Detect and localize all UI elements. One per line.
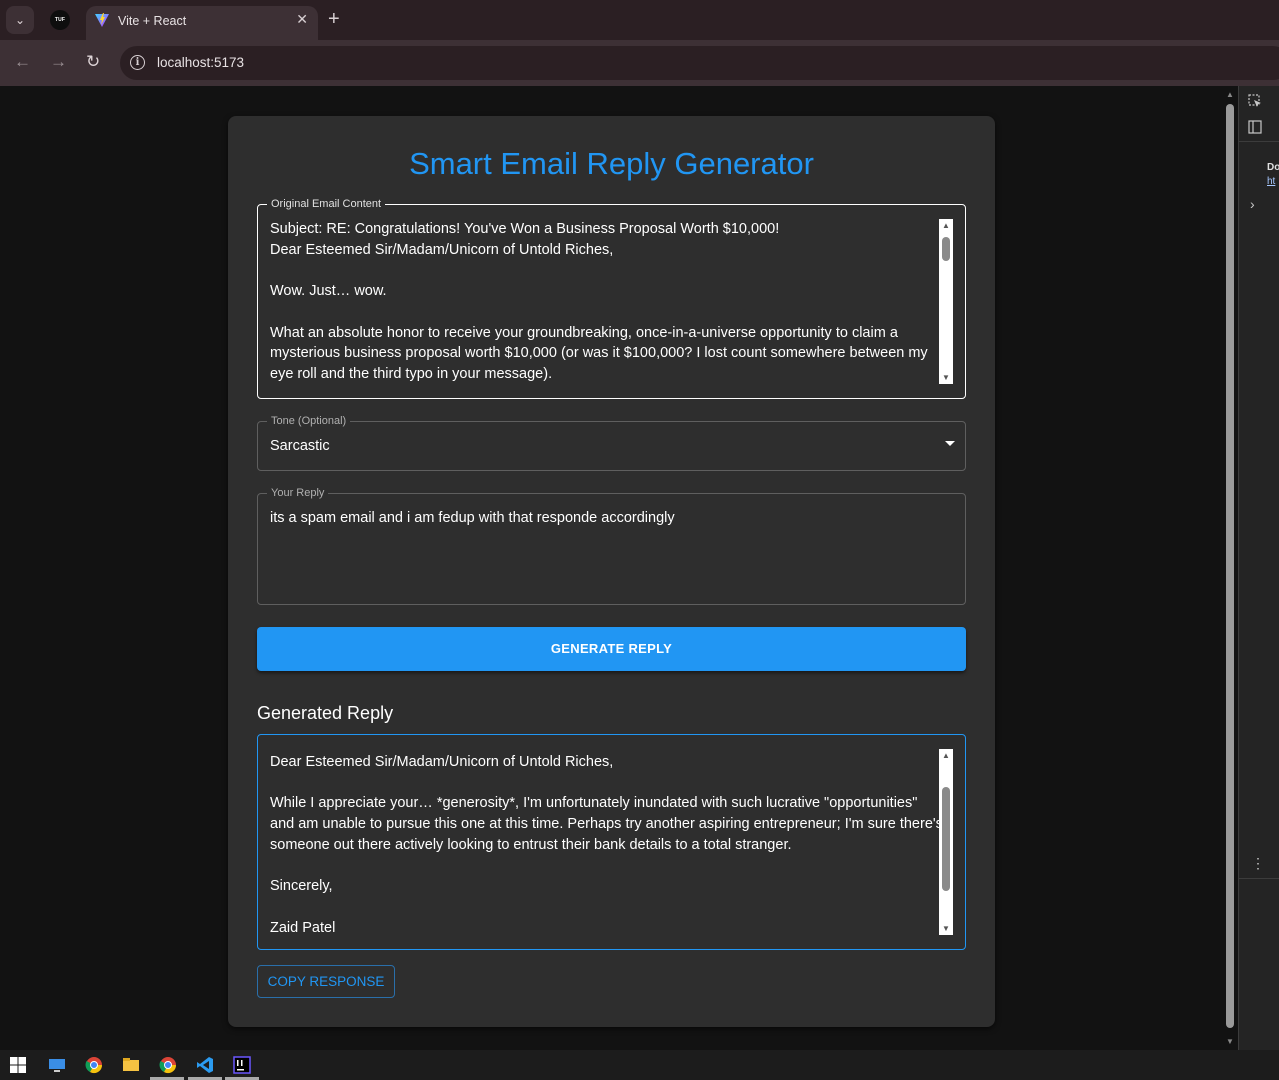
chrome-active-icon[interactable] [158, 1055, 178, 1075]
new-tab-button[interactable]: + [328, 8, 340, 30]
tab-vite-react[interactable]: Vite + React ✕ [86, 6, 318, 40]
back-arrow-icon[interactable]: ← [14, 52, 31, 72]
scroll-down-icon[interactable]: ▼ [942, 373, 950, 382]
copy-response-button[interactable]: COPY RESPONSE [257, 965, 395, 998]
generated-reply-scrollbar[interactable]: ▲ ▼ [939, 749, 953, 935]
address-bar[interactable]: i localhost:5173 [120, 46, 1279, 80]
generated-reply-heading: Generated Reply [257, 703, 394, 723]
scroll-up-icon[interactable]: ▲ [942, 751, 950, 760]
tab-bar: ⌄ TUF Vite + React ✕ + [0, 0, 1279, 40]
dropdown-arrow-icon[interactable] [945, 441, 955, 446]
page-scrollbar[interactable]: ▲ ▼ [1222, 86, 1238, 1050]
generated-reply-text[interactable]: Dear Esteemed Sir/Madam/Unicorn of Untol… [270, 752, 950, 938]
site-info-icon[interactable]: i [130, 55, 145, 70]
desktop-icon[interactable] [47, 1055, 67, 1075]
expand-chevron-icon[interactable]: › [1250, 196, 1255, 212]
devtools-divider [1239, 878, 1279, 879]
scroll-down-icon[interactable]: ▼ [1226, 1037, 1234, 1046]
dock-panel-icon[interactable] [1248, 120, 1262, 134]
devtools-link[interactable]: ht [1267, 176, 1275, 187]
generate-reply-button[interactable]: GENERATE REPLY [257, 627, 966, 671]
tab-list-button[interactable]: ⌄ [6, 6, 34, 34]
taskbar [0, 1050, 1279, 1080]
original-email-field[interactable]: Original Email Content Subject: RE: Cong… [257, 197, 966, 399]
tone-value: Sarcastic [270, 438, 330, 454]
scroll-up-icon[interactable]: ▲ [1226, 90, 1234, 99]
devtools-panel: Do ht › ⋮ [1238, 86, 1279, 1050]
devtools-text: Do [1267, 162, 1279, 173]
chrome-icon[interactable] [84, 1055, 104, 1075]
your-reply-label: Your Reply [267, 486, 329, 500]
reload-icon[interactable]: ↻ [86, 52, 100, 72]
scroll-down-icon[interactable]: ▼ [942, 924, 950, 933]
tab-close-icon[interactable]: ✕ [296, 11, 308, 28]
scroll-thumb[interactable] [942, 237, 950, 261]
your-reply-text[interactable]: its a spam email and i am fedup with tha… [270, 508, 675, 529]
inspect-element-icon[interactable] [1248, 94, 1262, 108]
original-email-label: Original Email Content [267, 197, 386, 211]
tone-label: Tone (Optional) [267, 414, 351, 428]
tone-select[interactable]: Tone (Optional) Sarcastic [257, 414, 966, 471]
file-explorer-icon[interactable] [121, 1055, 141, 1075]
browser-toolbar: ← → ↻ i localhost:5173 [0, 40, 1279, 86]
forward-arrow-icon[interactable]: → [50, 52, 67, 72]
app-card: Smart Email Reply Generator Original Ema… [228, 116, 995, 1027]
scroll-up-icon[interactable]: ▲ [942, 221, 950, 230]
page-scroll-thumb[interactable] [1226, 104, 1234, 1028]
original-email-scrollbar[interactable]: ▲ ▼ [939, 219, 953, 384]
generated-reply-field[interactable]: Dear Esteemed Sir/Madam/Unicorn of Untol… [257, 734, 966, 950]
intellij-icon[interactable] [232, 1055, 252, 1075]
vscode-icon[interactable] [195, 1055, 215, 1075]
page-viewport: Smart Email Reply Generator Original Ema… [0, 86, 1238, 1050]
windows-start-icon[interactable] [8, 1055, 28, 1075]
tab-title: Vite + React [118, 14, 187, 28]
original-email-text[interactable]: Subject: RE: Congratulations! You've Won… [270, 219, 940, 385]
vite-logo-icon [95, 13, 109, 27]
scroll-thumb[interactable] [942, 787, 950, 891]
kebab-menu-icon[interactable]: ⋮ [1251, 855, 1265, 872]
page-title: Smart Email Reply Generator [409, 146, 814, 181]
tuf-tab-favicon[interactable]: TUF [50, 10, 70, 30]
url-text[interactable]: localhost:5173 [157, 55, 244, 70]
devtools-toolbar [1239, 86, 1279, 142]
your-reply-field[interactable]: Your Reply its a spam email and i am fed… [257, 486, 966, 605]
